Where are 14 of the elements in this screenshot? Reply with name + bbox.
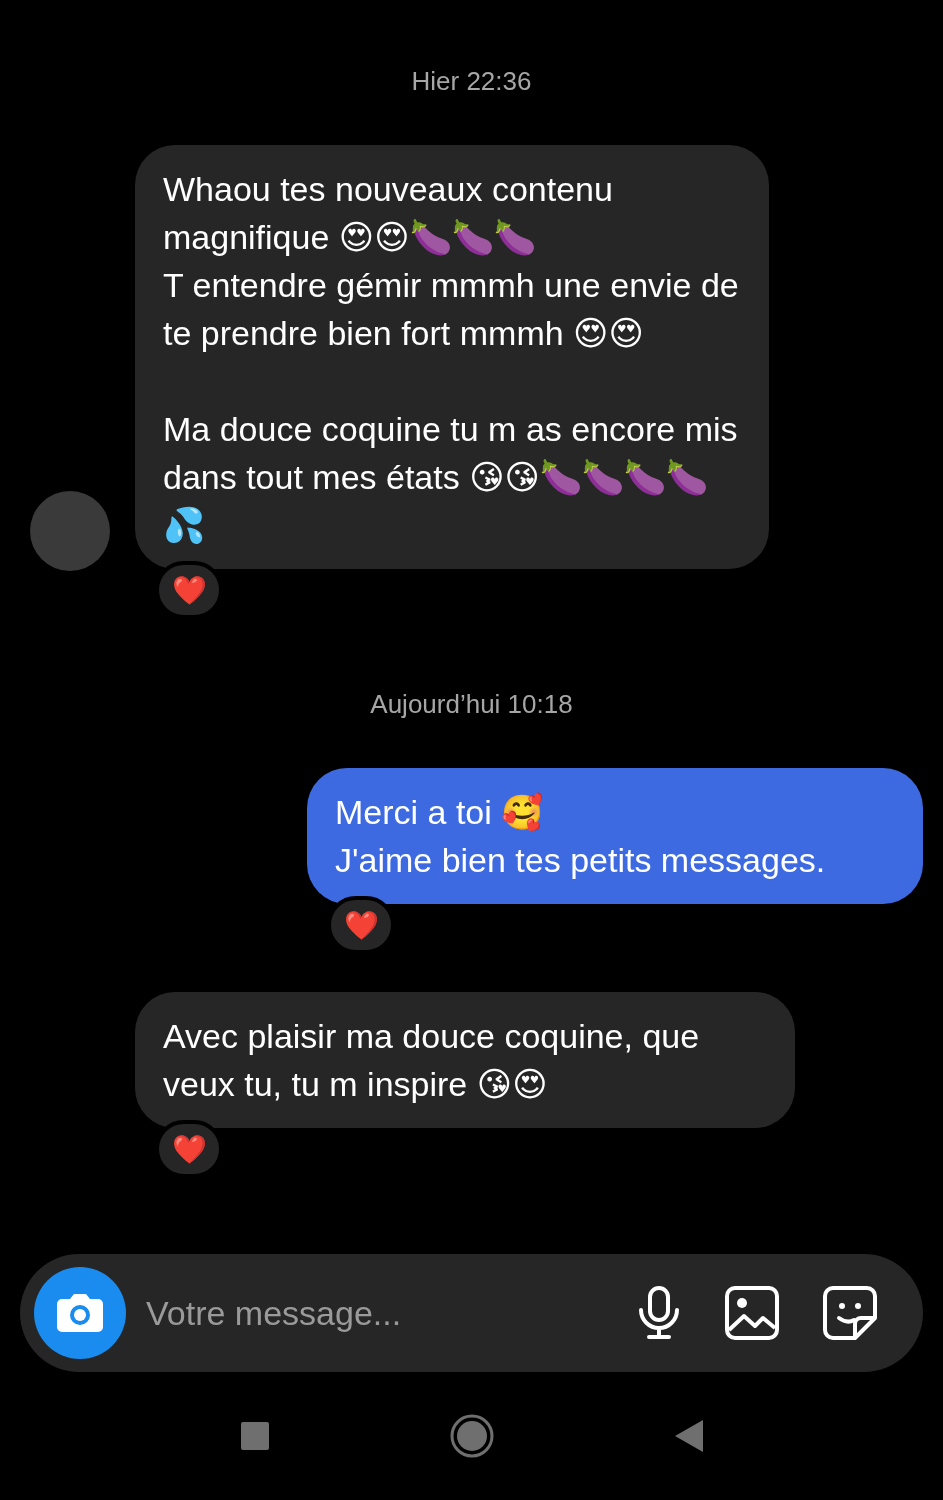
timestamp: Hier 22:36 <box>411 66 532 97</box>
camera-icon <box>56 1293 104 1333</box>
message-input[interactable]: Votre message... <box>126 1293 593 1333</box>
image-icon[interactable] <box>725 1286 779 1340</box>
back-button[interactable] <box>673 1419 704 1453</box>
message-bubble: Whaou tes nouveaux contenu magnifique 😍😍🍆🍆🍆 T entendre gémir mmmh une envie de te prendre bien fort mmmh 😍😍 Ma douce coquine tu m as encore mis dans tout mes états 😘😘🍆🍆🍆🍆💦 <box>135 145 769 569</box>
timestamp: Aujourd’hui 10:18 <box>370 689 573 720</box>
message-bubble: Merci a toi 🥰 J'aime bien tes petits messages. <box>307 768 923 904</box>
microphone-icon[interactable] <box>637 1286 681 1340</box>
message-bubble: Avec plaisir ma douce coquine, que veux tu, tu m inspire 😘😍 <box>135 992 795 1128</box>
camera-button[interactable] <box>34 1267 126 1359</box>
recents-button[interactable] <box>239 1421 270 1451</box>
home-button[interactable] <box>449 1414 494 1458</box>
sticker-icon[interactable] <box>823 1286 879 1340</box>
